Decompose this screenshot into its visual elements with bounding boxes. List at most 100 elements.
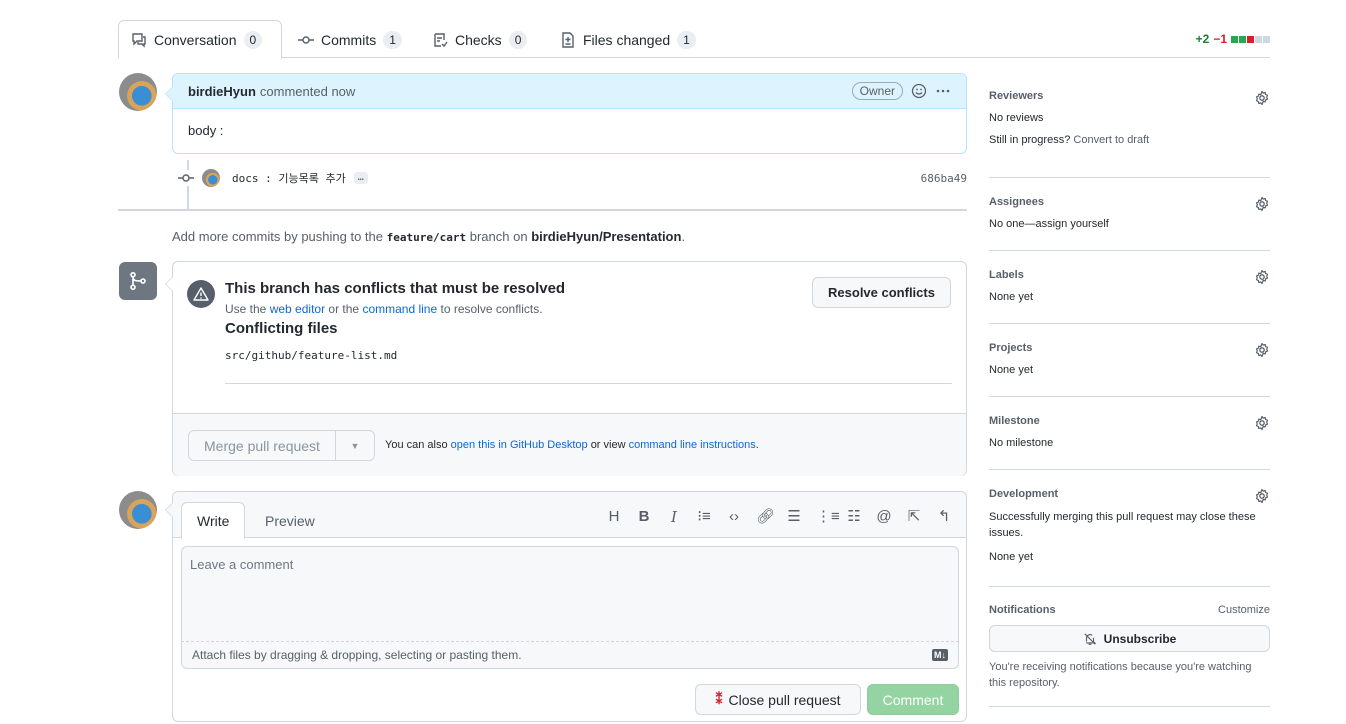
gear-icon[interactable] [1254,342,1270,358]
gear-icon[interactable] [1254,269,1270,285]
cross-reference-icon[interactable]: ⇱ [906,508,922,526]
attach-files-text: Attach files by dragging & dropping, sel… [192,648,522,662]
link-icon[interactable]: 🔗︎ [756,508,775,526]
markdown-icon[interactable]: M↓ [932,649,948,661]
sidebar-assignees-text[interactable]: No one—assign yourself [989,218,1270,230]
new-comment-header: Write Preview H B I ⁝≡ ‹› 🔗︎ ☰ ⋮≡ ☷ @ ⇱ … [173,492,966,539]
sidebar-development-none: None yet [989,551,1034,563]
new-comment-caret [165,502,173,518]
kebab-horizontal-icon[interactable] [935,83,951,99]
push-note-branch: feature/cart [386,231,467,244]
diffstat-square [1255,35,1262,43]
conflicting-file: src/github/feature-list.md [225,349,398,362]
gear-icon[interactable] [1254,488,1270,504]
tab-conversation[interactable]: Conversation 0 [118,20,282,59]
sidebar-development-title[interactable]: Development [989,488,1270,500]
push-note: Add more commits by pushing to the featu… [172,229,685,244]
merge-hint-suffix: . [755,439,759,451]
notifications-header: Notifications Customize [989,604,1270,616]
gear-icon[interactable] [1254,90,1270,106]
commit-author-avatar[interactable] [202,169,220,187]
tab-checks[interactable]: Checks 0 [420,20,539,59]
heading-icon[interactable]: H [606,508,622,526]
unordered-list-icon[interactable]: ☰ [786,508,802,526]
diffstat-additions: +2 [1195,32,1210,46]
tab-files-changed[interactable]: Files changed 1 [548,20,708,59]
merge-caret [165,276,173,292]
mention-icon[interactable]: @ [876,508,892,526]
git-pull-request-closed-icon: ⁑ [715,691,723,707]
web-editor-link[interactable]: web editor [270,302,325,316]
close-pull-request-label: Close pull request [728,691,841,708]
sidebar-labels-title[interactable]: Labels [989,269,1270,281]
resolve-conflicts-button[interactable]: Resolve conflicts [812,277,951,308]
github-desktop-link[interactable]: open this in GitHub Desktop [451,439,588,451]
sidebar-assignees-title[interactable]: Assignees [989,196,1270,208]
pr-tabs: Conversation 0 Commits 1 Checks 0 Files … [118,20,1270,59]
command-line-instructions-link[interactable]: command line instructions [629,439,756,451]
comment-action: commented now [259,83,356,99]
sidebar-assignees: Assignees No one—assign yourself [989,178,1270,251]
quote-icon[interactable]: ⁝≡ [696,508,712,526]
tab-checks-label: Checks [455,31,502,48]
tab-commits[interactable]: Commits 1 [286,20,414,59]
commit-row: docs : 기능목록 추가 … 686ba49 [178,168,967,188]
conflict-sub-suffix: to resolve conflicts. [440,302,543,316]
draft-prompt: Still in progress? [989,134,1071,146]
commit-icon [298,35,314,44]
sidebar-projects: Projects None yet [989,324,1270,397]
customize-link[interactable]: Customize [1218,604,1270,616]
commit-expand-button[interactable]: … [353,172,368,184]
unsubscribe-button[interactable]: Unsubscribe [989,625,1270,652]
diffstat-square [1247,35,1254,43]
tasklist-icon[interactable]: ☷ [846,508,862,526]
smiley-icon[interactable] [911,83,927,99]
command-line-link[interactable]: command line [362,302,437,316]
diffstat-square [1239,35,1246,43]
merge-pull-request-button[interactable]: Merge pull request [189,431,336,460]
conflicting-files-title: Conflicting files [225,320,338,337]
avatar[interactable] [119,491,157,529]
avatar[interactable] [119,73,157,111]
comment-body: body : [188,123,224,138]
checklist-icon [434,32,448,47]
sidebar-reviewers-draft: Still in progress? Convert to draft [989,134,1270,146]
convert-to-draft-link[interactable]: Convert to draft [1073,134,1149,146]
preview-tab[interactable]: Preview [250,502,330,539]
commit-message[interactable]: docs : 기능목록 추가 [232,170,346,186]
tab-conversation-label: Conversation [154,31,237,48]
sidebar-labels: Labels None yet [989,251,1270,324]
italic-icon[interactable]: I [666,508,682,526]
close-pull-request-button[interactable]: ⁑ Close pull request [695,684,861,715]
gear-icon[interactable] [1254,196,1270,212]
tab-commits-label: Commits [321,31,377,48]
ordered-list-icon[interactable]: ⋮≡ [816,508,840,526]
diffstat-squares [1231,35,1270,43]
comment-textarea[interactable]: Leave a comment [181,546,959,642]
git-merge-icon [119,262,157,300]
push-note-suffix: . [681,229,686,244]
conflict-sub-or: or the [328,302,360,316]
sidebar-reviewers: Reviewers No reviews Still in progress? … [989,72,1270,178]
reply-icon[interactable]: ↰ [936,508,952,526]
sidebar-milestone-title[interactable]: Milestone [989,415,1270,427]
merge-footer: Merge pull request ▼ You can also open t… [173,413,966,476]
merge-method-dropdown[interactable]: ▼ [336,431,374,460]
comment-author[interactable]: birdieHyun [188,84,256,99]
gear-icon[interactable] [1254,415,1270,431]
commit-icon [178,170,194,186]
commit-sha[interactable]: 686ba49 [921,172,967,185]
attach-files-bar[interactable]: Attach files by dragging & dropping, sel… [181,642,959,669]
sidebar-projects-text: None yet [989,364,1034,376]
code-icon[interactable]: ‹› [726,508,742,526]
comment-button[interactable]: Comment [867,684,959,715]
sidebar-reviewers-title[interactable]: Reviewers [989,90,1270,102]
sidebar-projects-title[interactable]: Projects [989,342,1270,354]
push-note-middle: branch on [469,229,528,244]
bold-icon[interactable]: B [636,508,652,526]
triangle-down-icon: ▼ [350,440,360,451]
write-tab[interactable]: Write [181,502,246,539]
diffstat-square [1231,35,1238,43]
tab-commits-count: 1 [383,30,402,49]
sidebar-notifications-title: Notifications [989,604,1056,616]
